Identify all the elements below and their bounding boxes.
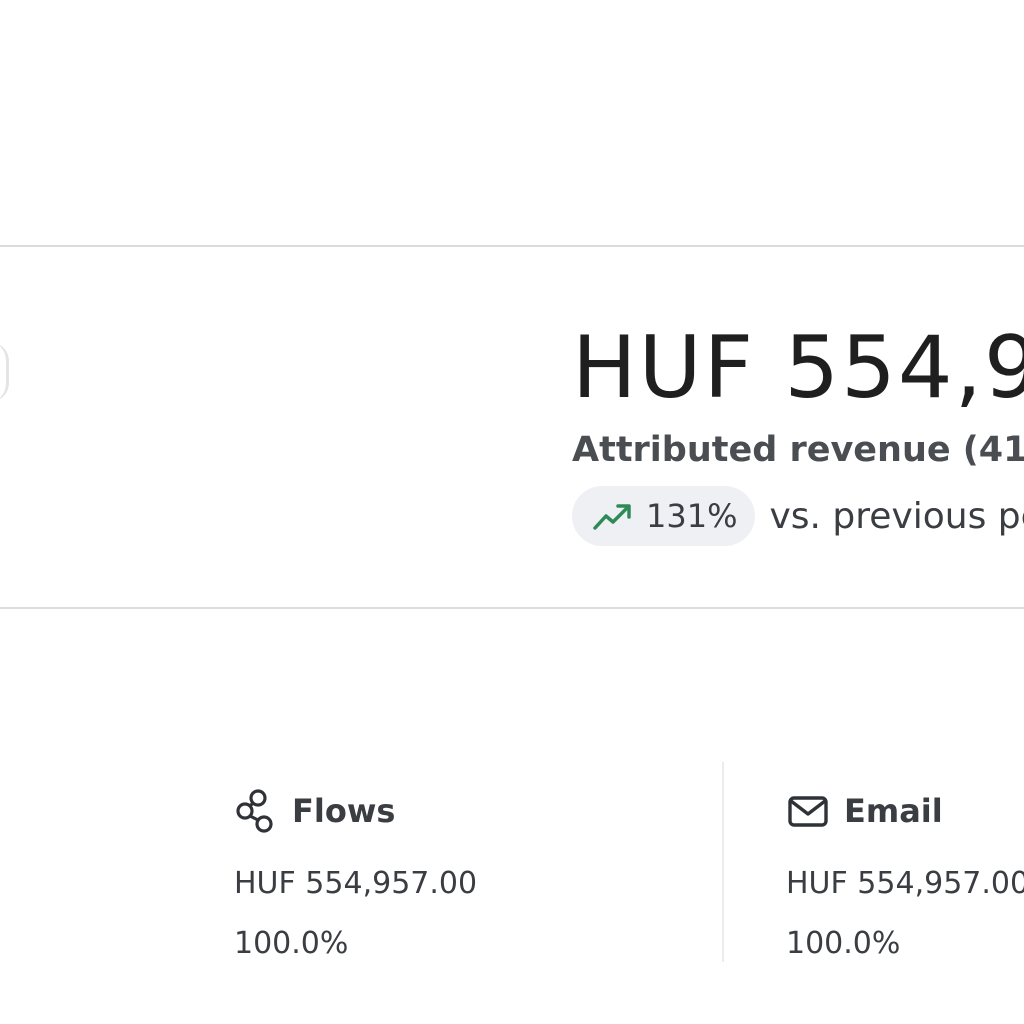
channel-title: Flows — [292, 792, 396, 830]
channel-share: 100.0% — [234, 926, 349, 961]
change-row: 131% vs. previous pe — [572, 486, 1024, 546]
left-edge-fragment — [0, 342, 9, 402]
bottom-divider — [0, 607, 1024, 609]
total-revenue-value: HUF 554,9 — [572, 318, 1024, 418]
channel-revenue: HUF 554,957.00 — [234, 866, 478, 901]
revenue-summary: HUF 554,9 Attributed revenue (41.12 131%… — [572, 318, 1024, 546]
channel-card-flows: Flows HUF 554,957.00 100.0% — [234, 786, 477, 964]
channel-header: Flows — [234, 786, 477, 836]
attributed-revenue-page: HUF 554,9 Attributed revenue (41.12 131%… — [0, 0, 1024, 1024]
change-badge: 131% — [572, 486, 756, 546]
channel-separator — [722, 762, 724, 962]
channel-header: Email — [786, 786, 1024, 836]
change-percentage: 131% — [646, 497, 738, 535]
change-caption: vs. previous pe — [769, 495, 1024, 537]
attributed-revenue-label: Attributed revenue (41.12 — [572, 430, 1024, 470]
top-divider — [0, 245, 1024, 247]
channel-card-email: Email HUF 554,957.00 100.0% — [786, 786, 1024, 964]
channel-title: Email — [844, 792, 943, 830]
channel-share: 100.0% — [786, 926, 901, 961]
channel-revenue: HUF 554,957.00 — [786, 866, 1024, 901]
trending-up-icon — [593, 504, 631, 530]
mail-icon — [788, 796, 828, 827]
flows-icon — [236, 789, 273, 833]
